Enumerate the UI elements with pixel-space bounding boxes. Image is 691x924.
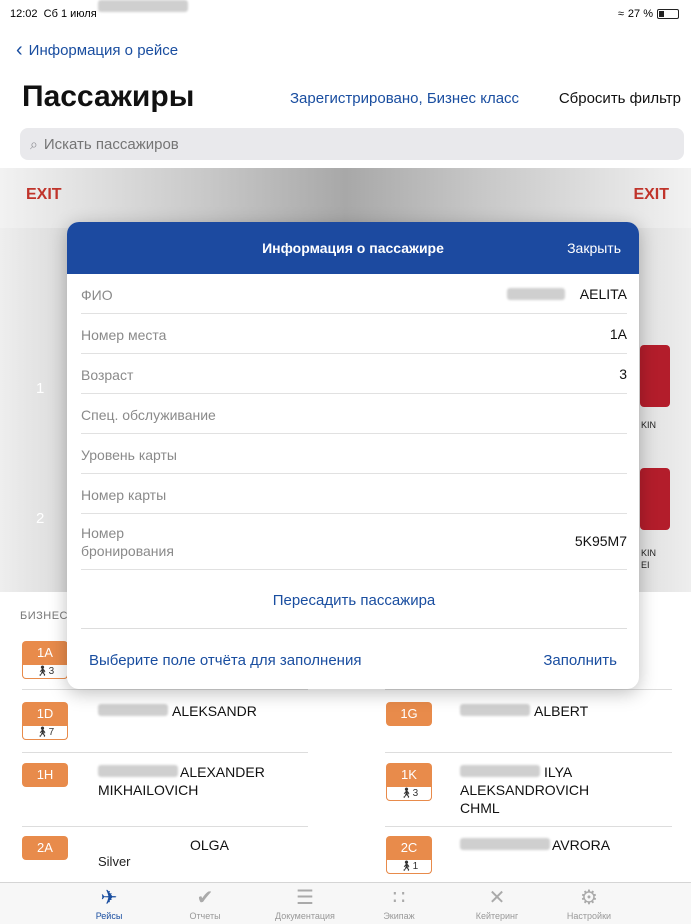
row-number-1: 1	[36, 380, 45, 397]
card-level: Silver	[98, 854, 131, 869]
info-row-age: Возраст 3	[81, 354, 627, 394]
search-input[interactable]	[43, 135, 644, 153]
person-icon: 🚶︎3	[22, 665, 68, 679]
person-icon: 🚶︎1	[386, 860, 432, 874]
info-row-card-level: Уровень карты	[81, 434, 627, 474]
tab-crew[interactable]: ∷ Экипаж	[354, 885, 444, 921]
redacted-surname	[507, 288, 565, 300]
section-header: БИЗНЕС	[20, 610, 68, 622]
passenger-name[interactable]: ALEKSANDR	[172, 702, 257, 720]
report-field-select[interactable]: Выберите поле отчёта для заполнения	[89, 652, 361, 669]
info-row-booking: Номер бронирования 5K95M7	[81, 514, 627, 570]
tab-reports[interactable]: ✔ Отчеты	[160, 885, 250, 921]
fill-button[interactable]: Заполнить	[543, 652, 617, 669]
passenger-name[interactable]: OLGA	[190, 836, 229, 854]
redacted-name	[460, 704, 530, 716]
status-right: ≈ 27 %	[618, 8, 679, 20]
crew-icon: ∷	[392, 887, 406, 909]
modal-header: Информация о пассажире Закрыть	[67, 222, 639, 274]
tab-documentation[interactable]: ☰ Документация	[260, 885, 350, 921]
separator	[385, 752, 672, 753]
settings-icon: ⚙	[580, 887, 598, 909]
passenger-name[interactable]: ALEXANDER	[180, 763, 265, 781]
check-circle-icon: ✔	[196, 887, 214, 909]
passenger-info-modal: Информация о пассажире Закрыть ФИО AELIT…	[67, 222, 639, 689]
row-number-2: 2	[36, 510, 45, 527]
separator	[22, 752, 308, 753]
info-row-card-number: Номер карты	[81, 474, 627, 514]
seat-badge[interactable]: 1D 🚶︎7	[22, 702, 68, 740]
info-row-name: ФИО AELITA	[81, 274, 627, 314]
modal-title: Информация о пассажире	[262, 240, 444, 256]
wifi-icon: ≈	[617, 8, 624, 20]
passenger-name-line2: ALEKSANDROVICH	[460, 782, 590, 798]
separator	[22, 826, 308, 827]
tab-settings[interactable]: ⚙ Настройки	[544, 885, 634, 921]
separator	[22, 689, 308, 690]
status-datetime: 12:02 Сб 1 июля	[10, 8, 97, 20]
person-icon: 🚶︎7	[22, 726, 68, 740]
separator	[385, 689, 672, 690]
seat-badge[interactable]: 1G	[386, 702, 432, 726]
plane-icon: ✈	[100, 887, 118, 909]
cabin-band	[0, 168, 691, 228]
battery-text: 27 %	[627, 8, 653, 20]
battery-icon	[657, 9, 679, 19]
passenger-name[interactable]: ILYA	[544, 763, 572, 781]
search-bar[interactable]: ⌕	[20, 128, 684, 160]
redacted-name	[460, 838, 550, 850]
seat-label: KIN	[641, 548, 657, 558]
redacted-name	[98, 765, 178, 777]
passenger-name-line2: MIKHAILOVICH	[98, 782, 199, 798]
tab-bar: ✈ Рейсы ✔ Отчеты ☰ Документация ∷ Экипаж…	[0, 882, 691, 924]
redacted-name	[98, 0, 188, 12]
separator	[81, 628, 627, 629]
catering-icon: ✕	[488, 887, 506, 909]
redacted-name	[460, 765, 540, 777]
passenger-name-line3: CHML	[460, 800, 500, 816]
seat-label: EI	[641, 560, 650, 570]
passenger-name[interactable]: ALBERT	[534, 702, 588, 720]
redacted-name	[98, 704, 168, 716]
close-button[interactable]: Закрыть	[567, 240, 621, 256]
back-button[interactable]: ‹ Информация о рейсе	[16, 38, 178, 62]
seat-badge[interactable]: 2A	[22, 836, 68, 860]
seat-occupied[interactable]	[640, 468, 670, 530]
tab-catering[interactable]: ✕ Кейтеринг	[452, 885, 542, 921]
search-icon: ⌕	[30, 135, 38, 152]
back-label: Информация о рейсе	[28, 41, 179, 59]
page-title: Пассажиры	[22, 80, 195, 113]
reseat-passenger-button[interactable]: Пересадить пассажира	[81, 592, 627, 609]
passenger-name[interactable]: AVRORA	[552, 836, 610, 854]
separator	[385, 826, 672, 827]
seat-badge[interactable]: 2C 🚶︎1	[386, 836, 432, 874]
seat-badge[interactable]: 1H	[22, 763, 68, 787]
chevron-left-icon: ‹	[16, 39, 23, 61]
exit-label-left: EXIT	[26, 186, 62, 203]
seat-label: KIN	[641, 420, 657, 430]
filter-link[interactable]: Зарегистрировано, Бизнес класс	[290, 90, 519, 107]
exit-label-right: EXIT	[633, 186, 669, 203]
person-icon: 🚶︎3	[386, 787, 432, 801]
info-row-special-service: Спец. обслуживание	[81, 394, 627, 434]
info-row-seat: Номер места 1A	[81, 314, 627, 354]
seat-occupied[interactable]	[640, 345, 670, 407]
reset-filter-button[interactable]: Сбросить фильтр	[559, 90, 681, 107]
tab-flights[interactable]: ✈ Рейсы	[64, 885, 154, 921]
document-icon: ☰	[296, 887, 314, 909]
seat-badge[interactable]: 1K 🚶︎3	[386, 763, 432, 801]
seat-badge[interactable]: 1A 🚶︎3	[22, 641, 68, 679]
